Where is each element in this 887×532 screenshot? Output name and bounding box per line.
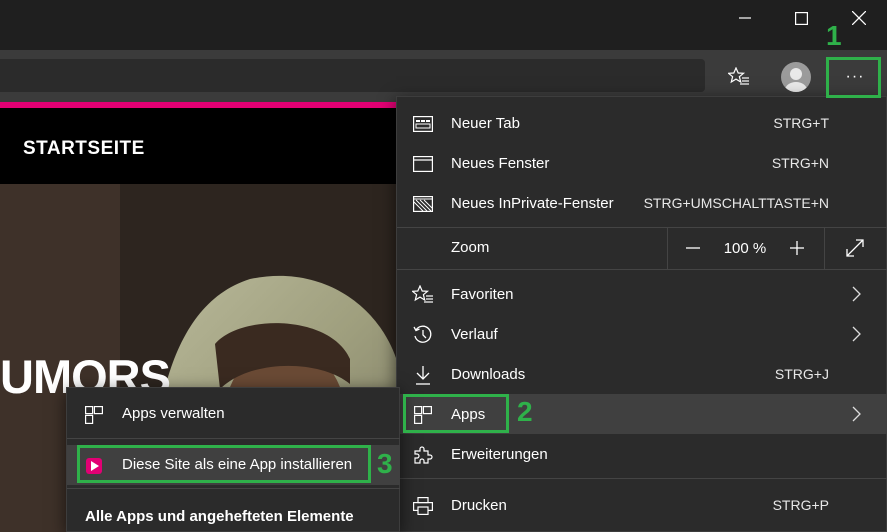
annotation-number-3: 3 xyxy=(377,448,393,479)
zoom-divider xyxy=(824,227,825,269)
submenu-section-heading: Alle Apps und angehefteten Elemente xyxy=(85,508,354,525)
profile-button[interactable] xyxy=(779,60,813,94)
annotation-box-2 xyxy=(403,394,509,433)
zoom-label: Zoom xyxy=(451,239,490,256)
zoom-out-button[interactable] xyxy=(673,227,713,269)
apps-icon xyxy=(83,404,105,426)
new-tab-icon xyxy=(412,113,434,135)
submenu-divider xyxy=(67,438,400,439)
fullscreen-button[interactable] xyxy=(829,227,881,269)
plus-icon xyxy=(790,241,804,255)
star-list-icon xyxy=(728,67,749,85)
menu-divider xyxy=(397,478,887,479)
annotation-number-2: 2 xyxy=(517,396,533,427)
site-home-link[interactable]: STARTSEITE xyxy=(23,138,145,160)
browser-toolbar: ··· xyxy=(0,50,887,102)
favorites-button[interactable] xyxy=(722,60,756,94)
annotation-number-1: 1 xyxy=(826,20,842,51)
history-icon xyxy=(412,324,434,346)
annotation-box-3 xyxy=(77,445,371,483)
avatar xyxy=(781,62,811,92)
menu-item-label: Neues Fenster xyxy=(451,154,550,172)
site-header: STARTSEITE xyxy=(0,108,400,184)
submenu-divider xyxy=(67,488,400,489)
maximize-icon xyxy=(794,11,808,25)
menu-shortcut: STRG+UMSCHALTTASTE+N xyxy=(643,195,829,211)
menu-item-extensions[interactable]: Erweiterungen xyxy=(397,434,887,474)
menu-item-new-tab[interactable]: Neuer Tab STRG+T xyxy=(397,103,887,143)
menu-item-label: Downloads xyxy=(451,365,526,383)
menu-divider xyxy=(397,269,887,270)
zoom-level: 100 % xyxy=(723,239,767,257)
maximize-button[interactable] xyxy=(778,0,824,36)
minimize-icon xyxy=(739,17,751,19)
menu-item-label: Favoriten xyxy=(451,285,514,303)
menu-shortcut: STRG+P xyxy=(772,497,829,513)
menu-shortcut: STRG+J xyxy=(774,366,829,382)
menu-item-favorites[interactable]: Favoriten xyxy=(397,274,887,314)
menu-item-downloads[interactable]: Downloads STRG+J xyxy=(397,354,887,394)
user-silhouette-icon xyxy=(785,68,807,92)
menu-item-label: Erweiterungen xyxy=(451,445,548,463)
menu-item-new-window[interactable]: Neues Fenster STRG+N xyxy=(397,143,887,183)
menu-item-label: Neuer Tab xyxy=(451,114,520,132)
menu-item-print[interactable]: Drucken STRG+P xyxy=(397,485,887,525)
fullscreen-icon xyxy=(846,239,864,257)
chevron-right-icon xyxy=(852,406,861,422)
favorites-icon xyxy=(412,284,434,306)
menu-item-label: Drucken xyxy=(451,496,507,514)
annotation-box-1 xyxy=(826,57,881,98)
chevron-right-icon xyxy=(852,326,861,342)
puzzle-icon xyxy=(412,444,434,466)
menu-item-label: Verlauf xyxy=(451,325,498,343)
menu-item-label: Neues InPrivate-Fenster xyxy=(451,194,614,212)
new-window-icon xyxy=(412,153,434,175)
minimize-button[interactable] xyxy=(722,0,768,36)
submenu-item-label: Apps verwalten xyxy=(122,405,225,422)
menu-item-new-inprivate-window[interactable]: Neues InPrivate-Fenster STRG+UMSCHALTTAS… xyxy=(397,183,887,223)
menu-item-history[interactable]: Verlauf xyxy=(397,314,887,354)
settings-menu: Neuer Tab STRG+T Neues Fenster STRG+N Ne… xyxy=(396,96,887,532)
address-bar[interactable] xyxy=(0,59,705,92)
title-bar xyxy=(0,0,887,50)
minus-icon xyxy=(686,247,700,249)
zoom-row: Zoom 100 % xyxy=(397,227,887,269)
printer-icon xyxy=(412,495,434,517)
chevron-right-icon xyxy=(852,286,861,302)
zoom-divider xyxy=(667,227,668,269)
submenu-item-manage-apps[interactable]: Apps verwalten xyxy=(67,394,400,434)
menu-shortcut: STRG+T xyxy=(773,115,829,131)
close-icon xyxy=(852,11,866,25)
inprivate-window-icon xyxy=(412,193,434,215)
close-window-button[interactable] xyxy=(836,0,882,36)
menu-shortcut: STRG+N xyxy=(771,155,829,171)
zoom-in-button[interactable] xyxy=(777,227,817,269)
download-icon xyxy=(412,364,434,386)
